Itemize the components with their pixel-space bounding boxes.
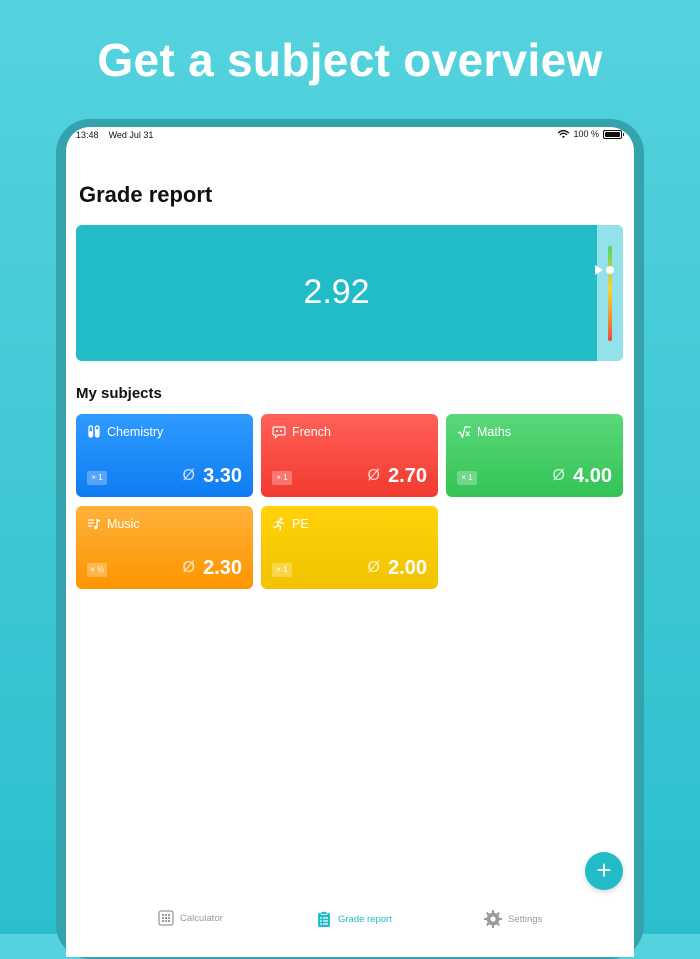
average-symbol: Ø: [367, 559, 380, 576]
tab-calculator-label: Calculator: [180, 912, 223, 924]
tab-grade-report[interactable]: Grade report: [316, 910, 392, 928]
overall-average-card[interactable]: 2.92: [76, 225, 623, 361]
battery-percent: 100 %: [573, 129, 599, 139]
weight-badge: × 1: [272, 471, 292, 485]
weight-badge: × 1: [457, 471, 477, 485]
average-symbol: Ø: [552, 467, 565, 484]
status-clock: 13:48: [76, 130, 99, 140]
headline: Get a subject overview: [97, 34, 603, 86]
status-date: Wed Jul 31: [108, 130, 154, 140]
subject-average: 4.00: [573, 465, 612, 487]
subject-average: 2.00: [388, 557, 427, 579]
square-root-icon: [457, 426, 471, 439]
status-indicators: 100 %: [558, 129, 624, 139]
grade-scale-marker: [606, 265, 614, 274]
app-screen: 13:48 Wed Jul 31 100 % Grade report 2.92…: [66, 127, 634, 957]
status-bar: 13:48 Wed Jul 31 100 %: [66, 127, 634, 143]
clipboard-icon: [318, 911, 330, 927]
subject-average: 3.30: [203, 465, 242, 487]
average-symbol: Ø: [182, 559, 195, 576]
grade-pointer-icon: [595, 264, 603, 275]
tab-settings-label: Settings: [508, 913, 543, 925]
battery-icon: [603, 129, 624, 139]
grade-scale-gradient: [608, 246, 612, 341]
subject-card-pe[interactable]: PE × 1 Ø 2.00: [261, 506, 438, 589]
subject-card-maths[interactable]: Maths × 1 Ø 4.00: [446, 414, 623, 497]
subject-name: PE: [292, 517, 309, 531]
add-subject-button[interactable]: +: [585, 852, 623, 890]
subject-average: 2.30: [203, 557, 242, 579]
plus-icon: +: [596, 855, 612, 885]
subjects-grid: Chemistry × 1 Ø 3.30 French × 1 Ø 2.70 M…: [76, 414, 623, 589]
subject-average: 2.70: [388, 465, 427, 487]
average-symbol: Ø: [367, 467, 380, 484]
subject-name: Maths: [477, 425, 512, 439]
page-title: Grade report: [79, 182, 213, 207]
weight-badge: × 1: [87, 471, 107, 485]
speech-bubble-icon: [272, 426, 286, 439]
overall-average-value: 2.92: [303, 273, 370, 311]
grade-scale: [595, 225, 623, 361]
tab-calculator[interactable]: Calculator: [158, 910, 223, 926]
average-symbol: Ø: [182, 467, 195, 484]
weight-badge: × 1: [272, 563, 292, 577]
section-title: My subjects: [76, 385, 162, 402]
tab-grade-report-label: Grade report: [338, 913, 392, 925]
subject-name: French: [292, 425, 331, 439]
weight-badge: × ½: [87, 563, 107, 577]
subject-card-french[interactable]: French × 1 Ø 2.70: [261, 414, 438, 497]
wifi-icon: [558, 130, 570, 138]
test-tubes-icon: [88, 425, 100, 438]
gear-icon: [484, 910, 502, 928]
music-list-icon: [88, 519, 100, 530]
subject-card-chemistry[interactable]: Chemistry × 1 Ø 3.30: [76, 414, 253, 497]
tab-bar: Calculator Grade report Settings: [66, 907, 634, 957]
status-time: 13:48 Wed Jul 31: [76, 130, 153, 140]
calculator-icon: [158, 910, 174, 926]
subject-name: Music: [107, 517, 140, 531]
running-figure-icon: [272, 517, 285, 531]
subject-name: Chemistry: [107, 425, 164, 439]
subject-card-music[interactable]: Music × ½ Ø 2.30: [76, 506, 253, 589]
tab-settings[interactable]: Settings: [484, 910, 542, 928]
